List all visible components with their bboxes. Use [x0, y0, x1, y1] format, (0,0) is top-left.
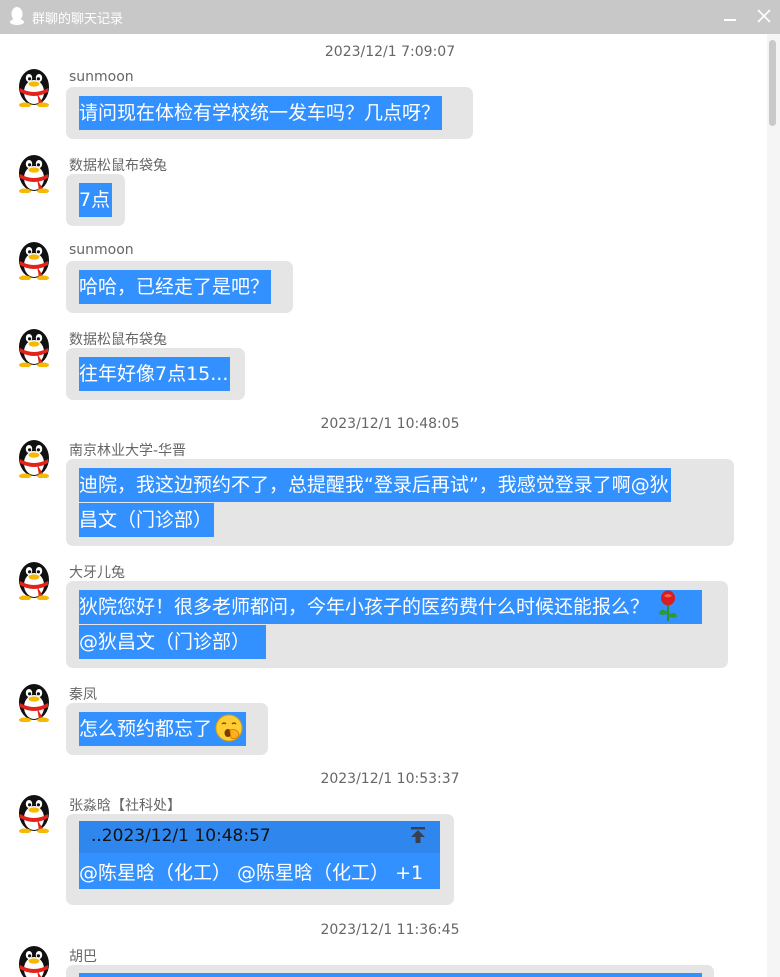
- avatar[interactable]: [15, 942, 53, 977]
- scrollbar-track[interactable]: [767, 34, 780, 977]
- arrow-to-top-icon[interactable]: [409, 826, 427, 844]
- quoted-reply[interactable]: ..2023/12/1 10:48:57 @陈星晗（化工） @陈星晗（化工） +…: [79, 821, 440, 889]
- sender-name: 大牙儿兔: [69, 565, 125, 581]
- title-bar: 群聊的聊天记录: [0, 0, 780, 34]
- message-text: [79, 973, 702, 977]
- sender-name: sunmoon: [69, 242, 134, 258]
- message-bubble[interactable]: 怎么预约都忘了: [66, 703, 268, 755]
- qq-logo-icon: [10, 7, 24, 25]
- minimize-icon[interactable]: [719, 5, 741, 27]
- sender-name: sunmoon: [69, 69, 134, 85]
- sender-name: 胡巴: [69, 949, 97, 965]
- message-bubble[interactable]: 往年好像7点15...: [66, 348, 245, 400]
- message-text: 哈哈，已经走了是吧？: [79, 270, 272, 304]
- message-bubble[interactable]: ..2023/12/1 10:48:57 @陈星晗（化工） @陈星晗（化工） +…: [66, 814, 454, 905]
- avatar[interactable]: [15, 238, 53, 280]
- message-text: 请问现在体检有学校统一发车吗？几点呀？: [79, 96, 443, 130]
- chat-history-area: 2023/12/1 7:09:07 sunmoon 请问现在体检有学校统一发车吗…: [0, 34, 767, 977]
- avatar[interactable]: [15, 680, 53, 722]
- avatar[interactable]: [15, 558, 53, 600]
- message-text-line-2: @狄昌文（门诊部）: [79, 625, 266, 659]
- message-bubble[interactable]: [66, 965, 714, 977]
- timestamp: 2023/12/1 7:09:07: [324, 44, 456, 60]
- sender-name: 数据松鼠布袋兔: [69, 332, 167, 348]
- timestamp: 2023/12/1 10:48:05: [320, 416, 460, 432]
- message-bubble[interactable]: 哈哈，已经走了是吧？: [66, 261, 293, 313]
- yawn-emoji-icon: [215, 714, 243, 742]
- avatar[interactable]: [15, 151, 53, 193]
- sender-name: 数据松鼠布袋兔: [69, 158, 167, 174]
- quoted-timestamp: ..2023/12/1 10:48:57: [91, 826, 271, 846]
- close-icon[interactable]: [753, 5, 775, 27]
- avatar[interactable]: [15, 791, 53, 833]
- message-bubble[interactable]: 7点: [66, 174, 125, 226]
- avatar[interactable]: [15, 436, 53, 478]
- message-bubble[interactable]: 请问现在体检有学校统一发车吗？几点呀？: [66, 87, 473, 139]
- quoted-message-header[interactable]: ..2023/12/1 10:48:57: [79, 821, 440, 853]
- message-text: 怎么预约都忘了: [79, 712, 247, 746]
- timestamp: 2023/12/1 10:53:37: [320, 771, 460, 787]
- avatar[interactable]: [15, 65, 53, 107]
- sender-name: 南京林业大学-华晋: [69, 443, 187, 459]
- window-title: 群聊的聊天记录: [32, 12, 124, 27]
- message-text-line-2: 昌文（门诊部）: [79, 503, 215, 537]
- rose-emoji-icon: [659, 590, 678, 621]
- message-text-line-1: 狄院您好！很多老师都问，今年小孩子的医药费什么时候还能报么？: [79, 590, 702, 624]
- message-bubble[interactable]: 迪院，我这边预约不了，总提醒我“登录后再试”，我感觉登录了啊@狄 昌文（门诊部）: [66, 459, 734, 546]
- message-text-line-1: 迪院，我这边预约不了，总提醒我“登录后再试”，我感觉登录了啊@狄: [79, 468, 671, 502]
- message-text: @陈星晗（化工） @陈星晗（化工） +1: [79, 862, 424, 884]
- avatar[interactable]: [15, 325, 53, 367]
- sender-name: 张淼晗【社科处】: [69, 798, 181, 814]
- message-bubble[interactable]: 狄院您好！很多老师都问，今年小孩子的医药费什么时候还能报么？ @狄昌文（门诊部）: [66, 581, 728, 668]
- message-text: 7点: [79, 183, 113, 217]
- scrollbar-thumb[interactable]: [769, 40, 776, 126]
- timestamp: 2023/12/1 11:36:45: [320, 922, 460, 938]
- sender-name: 秦凤: [69, 687, 97, 703]
- message-text: 往年好像7点15...: [79, 357, 231, 391]
